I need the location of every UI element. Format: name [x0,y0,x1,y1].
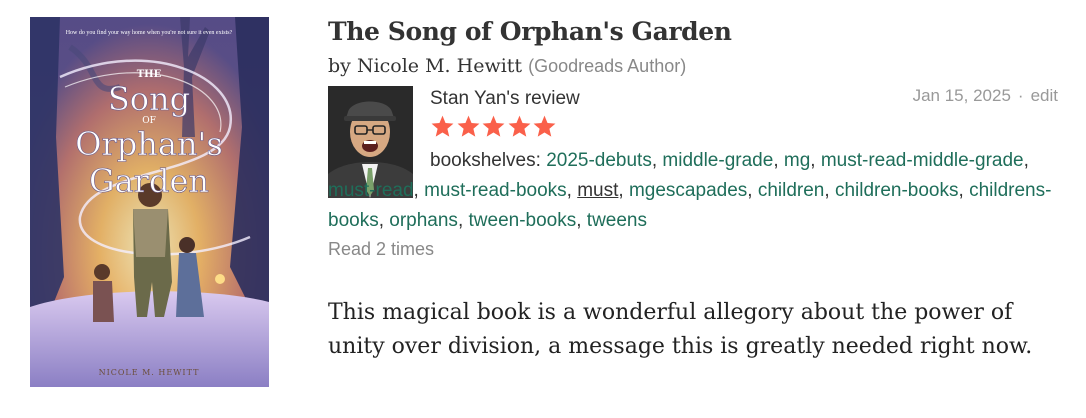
star-icon[interactable] [507,114,532,139]
cover-title-the: THE [137,69,162,80]
shelf-link[interactable]: must-read-books [424,180,567,201]
cover-tagline: How do you find your way home when you'r… [66,29,233,36]
rating-stars [430,114,558,139]
shelf-link[interactable]: must [577,180,618,201]
reviewer-name-link[interactable]: Stan Yan [430,88,506,109]
goodreads-author-tag: (Goodreads Author) [528,56,687,76]
cover-title-orphans: Orphan's [75,125,223,163]
book-cover[interactable]: How do you find your way home when you'r… [30,17,269,387]
bookshelves: bookshelves: 2025-debuts, middle-grade, … [328,150,1052,231]
shelf-link[interactable]: children-books [835,180,959,201]
read-count: Read 2 times [328,239,435,259]
shelf-link[interactable]: middle-grade [662,150,773,171]
star-icon[interactable] [481,114,506,139]
author-link[interactable]: Nicole M. Hewitt [357,55,522,77]
author-line: by Nicole M. Hewitt (Goodreads Author) [328,52,1068,80]
star-icon[interactable] [456,114,481,139]
book-review-panel: The Song of Orphan's Garden by Nicole M.… [328,14,1068,359]
shelf-link[interactable]: tween-books [469,210,577,231]
shelf-link[interactable]: children [758,180,825,201]
shelf-link[interactable]: must-read-middle-grade [821,150,1024,171]
book-title[interactable]: The Song of Orphan's Garden [328,14,1068,50]
by-prefix: by [328,55,351,77]
cover-title-song: Song [108,80,190,118]
reviewer-line: Stan Yan's review [430,86,580,112]
star-icon[interactable] [532,114,557,139]
review-suffix: 's review [506,88,580,109]
cover-title-garden: Garden [89,162,209,200]
shelf-link[interactable]: 2025-debuts [546,150,652,171]
cover-author: NICOLE M. HEWITT [99,368,200,377]
review-text: This magical book is a wonderful allegor… [328,300,1033,359]
shelf-link[interactable]: mg [784,150,810,171]
shelf-link[interactable]: mgescapades [629,180,747,201]
review-meta: Jan 15, 2025 · edit [913,83,1058,109]
bookshelves-label: bookshelves: [430,150,541,171]
review-date[interactable]: Jan 15, 2025 [913,86,1011,105]
shelf-link[interactable]: tweens [587,210,647,231]
star-icon[interactable] [430,114,455,139]
meta-separator: · [1017,86,1024,105]
edit-link[interactable]: edit [1031,86,1058,105]
shelf-link[interactable]: orphans [389,210,458,231]
shelf-link[interactable]: must-read [328,180,414,201]
